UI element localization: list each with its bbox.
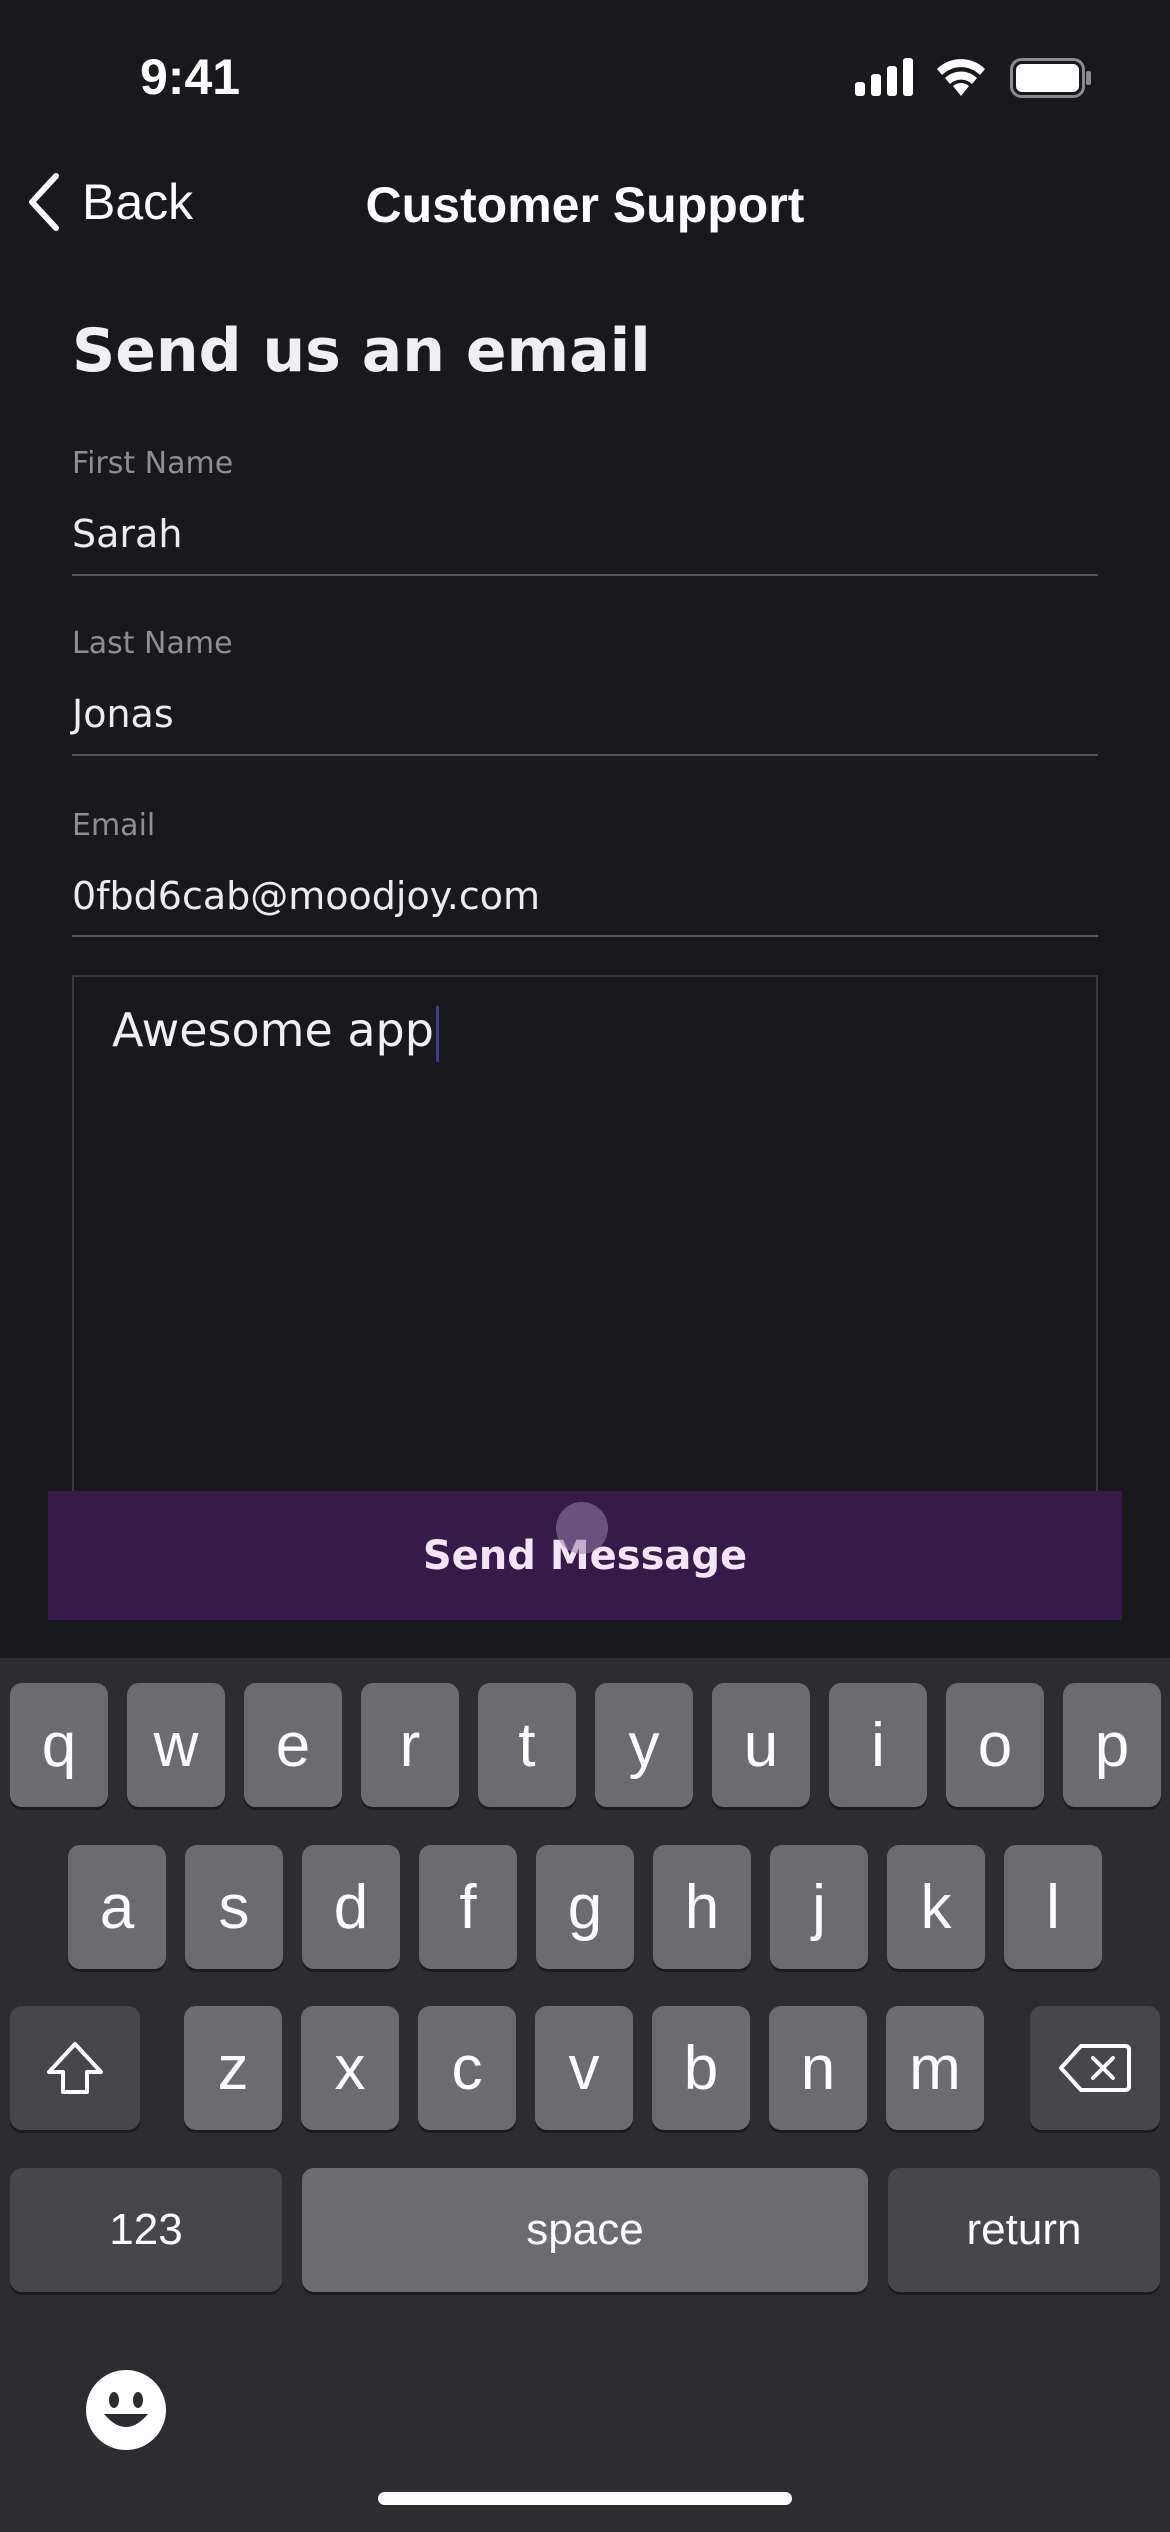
last-name-label: Last Name xyxy=(72,626,233,661)
key-m[interactable]: m xyxy=(886,2006,984,2130)
page-title: Customer Support xyxy=(365,177,805,233)
key-w[interactable]: w xyxy=(127,1683,225,1807)
first-name-label: First Name xyxy=(72,446,234,481)
first-name-underline xyxy=(72,574,1098,576)
key-x[interactable]: x xyxy=(301,2006,399,2130)
key-n[interactable]: n xyxy=(769,2006,867,2130)
shift-key[interactable] xyxy=(10,2006,140,2130)
key-b[interactable]: b xyxy=(652,2006,750,2130)
email-field[interactable]: 0fbd6cab@moodjoy.com xyxy=(72,874,540,918)
signal-icon xyxy=(855,58,915,100)
last-name-underline xyxy=(72,754,1098,756)
first-name-field[interactable]: Sarah xyxy=(72,512,182,556)
key-c[interactable]: c xyxy=(418,2006,516,2130)
key-a[interactable]: a xyxy=(68,1845,166,1969)
space-key[interactable]: space xyxy=(302,2168,868,2292)
key-p[interactable]: p xyxy=(1063,1683,1161,1807)
form-heading: Send us an email xyxy=(72,316,651,386)
key-i[interactable]: i xyxy=(829,1683,927,1807)
wifi-icon xyxy=(935,56,987,100)
shift-icon xyxy=(47,2042,103,2094)
delete-key[interactable] xyxy=(1030,2006,1160,2130)
key-u[interactable]: u xyxy=(712,1683,810,1807)
key-e[interactable]: e xyxy=(244,1683,342,1807)
message-text: Awesome app xyxy=(112,1003,434,1057)
emoji-icon[interactable] xyxy=(86,2370,166,2454)
key-g[interactable]: g xyxy=(536,1845,634,1969)
key-t[interactable]: t xyxy=(478,1683,576,1807)
key-z[interactable]: z xyxy=(184,2006,282,2130)
return-key[interactable]: return xyxy=(888,2168,1160,2292)
touch-indicator xyxy=(556,1502,608,1554)
key-y[interactable]: y xyxy=(595,1683,693,1807)
numbers-key[interactable]: 123 xyxy=(10,2168,282,2292)
key-o[interactable]: o xyxy=(946,1683,1044,1807)
key-f[interactable]: f xyxy=(419,1845,517,1969)
key-s[interactable]: s xyxy=(185,1845,283,1969)
status-time: 9:41 xyxy=(140,49,241,105)
key-q[interactable]: q xyxy=(10,1683,108,1807)
text-caret xyxy=(435,1005,439,1062)
key-v[interactable]: v xyxy=(535,2006,633,2130)
home-indicator[interactable] xyxy=(378,2492,792,2505)
key-d[interactable]: d xyxy=(302,1845,400,1969)
delete-icon xyxy=(1059,2044,1131,2092)
key-j[interactable]: j xyxy=(770,1845,868,1969)
key-l[interactable]: l xyxy=(1004,1845,1102,1969)
key-k[interactable]: k xyxy=(887,1845,985,1969)
key-h[interactable]: h xyxy=(653,1845,751,1969)
email-label: Email xyxy=(72,808,156,843)
key-r[interactable]: r xyxy=(361,1683,459,1807)
email-underline xyxy=(72,935,1098,937)
last-name-field[interactable]: Jonas xyxy=(72,692,174,736)
battery-icon xyxy=(1010,58,1092,102)
message-textarea[interactable]: Awesome app xyxy=(72,975,1098,1495)
